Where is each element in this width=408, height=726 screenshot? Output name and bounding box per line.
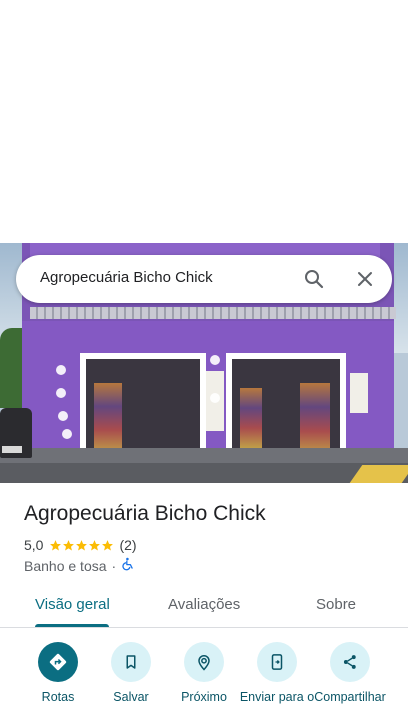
search-bar[interactable]: Agropecuária Bicho Chick: [16, 255, 392, 303]
share-button[interactable]: Compartilhar: [310, 640, 390, 704]
star-icon: [89, 539, 101, 550]
send-to-phone-label: Enviar para o: [239, 690, 315, 704]
directions-icon: [49, 653, 67, 671]
star-icon: [50, 539, 62, 550]
save-label: Salvar: [113, 690, 149, 704]
star-icon: [76, 539, 88, 550]
nearby-label: Próximo: [181, 690, 227, 704]
search-icon[interactable]: [302, 267, 326, 291]
review-count[interactable]: (2): [119, 537, 136, 553]
bookmark-icon: [126, 655, 136, 669]
category-row: Banho e tosa ·: [24, 557, 135, 574]
tab-bar: Visão geral Avaliações Sobre: [0, 586, 408, 628]
search-input[interactable]: Agropecuária Bicho Chick: [40, 269, 213, 286]
directions-label: Rotas: [41, 690, 75, 704]
tab-overview[interactable]: Visão geral: [35, 596, 110, 613]
star-icon: [102, 539, 114, 550]
share-label: Compartilhar: [314, 690, 386, 704]
save-button[interactable]: Salvar: [91, 640, 171, 704]
send-to-phone-button[interactable]: Enviar para o: [237, 640, 317, 704]
place-title: Agropecuária Bicho Chick: [24, 502, 266, 525]
rating-row[interactable]: 5,0 (2): [24, 536, 137, 554]
close-icon[interactable]: [353, 267, 377, 291]
share-icon: [343, 655, 356, 669]
category-label: Banho e tosa: [24, 557, 107, 574]
active-tab-indicator: [35, 624, 109, 627]
star-icon: [63, 539, 75, 550]
separator-dot: ·: [111, 557, 117, 574]
map-blank-area: [0, 0, 408, 243]
nearby-icon: [198, 655, 210, 671]
wheelchair-icon: [121, 557, 135, 574]
directions-button[interactable]: Rotas: [18, 640, 98, 704]
rating-value: 5,0: [24, 537, 44, 553]
send-to-phone-icon: [271, 654, 283, 670]
star-rating: [49, 539, 114, 552]
tab-about[interactable]: Sobre: [316, 596, 356, 613]
tab-reviews[interactable]: Avaliações: [168, 596, 240, 613]
nearby-button[interactable]: Próximo: [164, 640, 244, 704]
